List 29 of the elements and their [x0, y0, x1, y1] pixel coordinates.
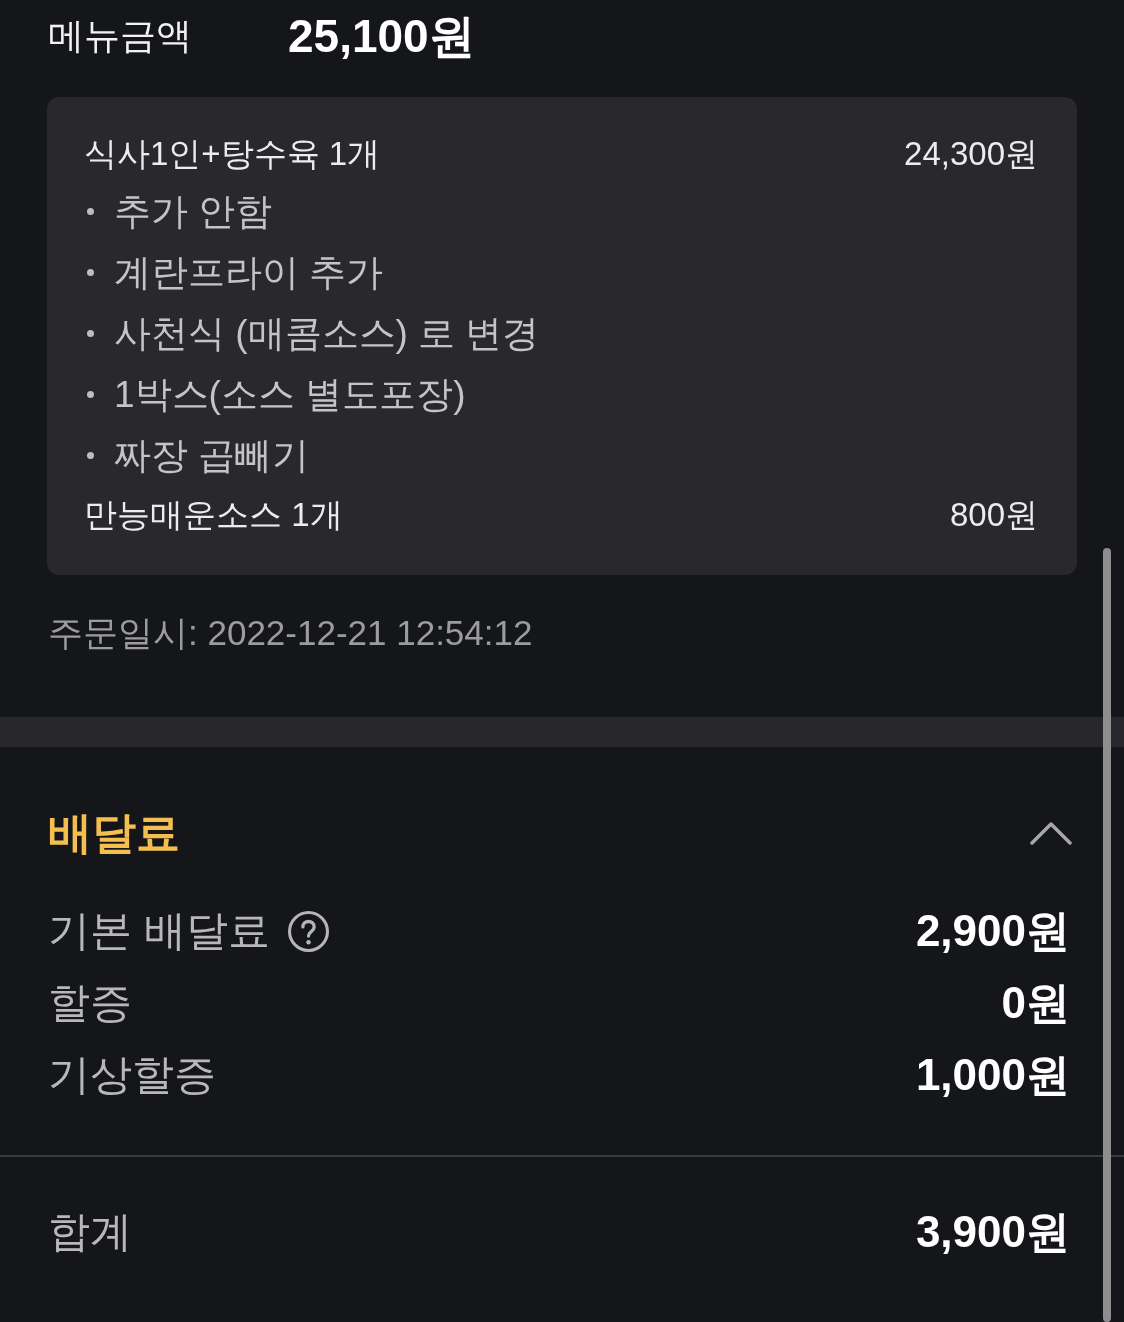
fee-label: 할증	[48, 982, 132, 1024]
menu-item-name: 만능매운소스 1개	[84, 497, 343, 531]
option-name: 짜장 곱빼기	[114, 437, 310, 474]
fee-value: 1,000원	[915, 1053, 1070, 1097]
order-date: 주문일시: 2022-12-21 12:54:12	[48, 614, 533, 650]
bullet-icon	[87, 452, 94, 459]
fee-label: 기상할증	[48, 1054, 216, 1096]
total-value: 3,900원	[915, 1210, 1070, 1254]
option-name: 사천식 (매콤소스) 로 변경	[114, 315, 540, 352]
menu-item-name: 식사1인+탕수육 1개	[84, 136, 381, 170]
menu-total-value: 25,100원	[288, 13, 475, 59]
section-title: 배달료	[48, 811, 180, 855]
fee-value: 0원	[1001, 981, 1070, 1025]
fee-value: 2,900원	[915, 909, 1070, 953]
option-name: 1박스(소스 별도포장)	[114, 376, 466, 413]
bullet-icon	[87, 391, 94, 398]
menu-total-label: 메뉴금액	[48, 18, 193, 54]
bullet-icon	[87, 208, 94, 215]
option-name: 계란프라이 추가	[114, 254, 384, 291]
scrollbar[interactable]	[1103, 548, 1111, 1322]
fee-label: 기본 배달료	[48, 910, 270, 952]
chevron-up-icon[interactable]	[1030, 821, 1072, 845]
bullet-icon	[87, 330, 94, 337]
total-label: 합계	[48, 1211, 132, 1253]
bullet-icon	[87, 269, 94, 276]
menu-item-price: 800원	[949, 497, 1038, 531]
option-name: 추가 안함	[114, 193, 273, 230]
help-icon[interactable]	[287, 910, 329, 952]
menu-item-price: 24,300원	[904, 136, 1038, 170]
